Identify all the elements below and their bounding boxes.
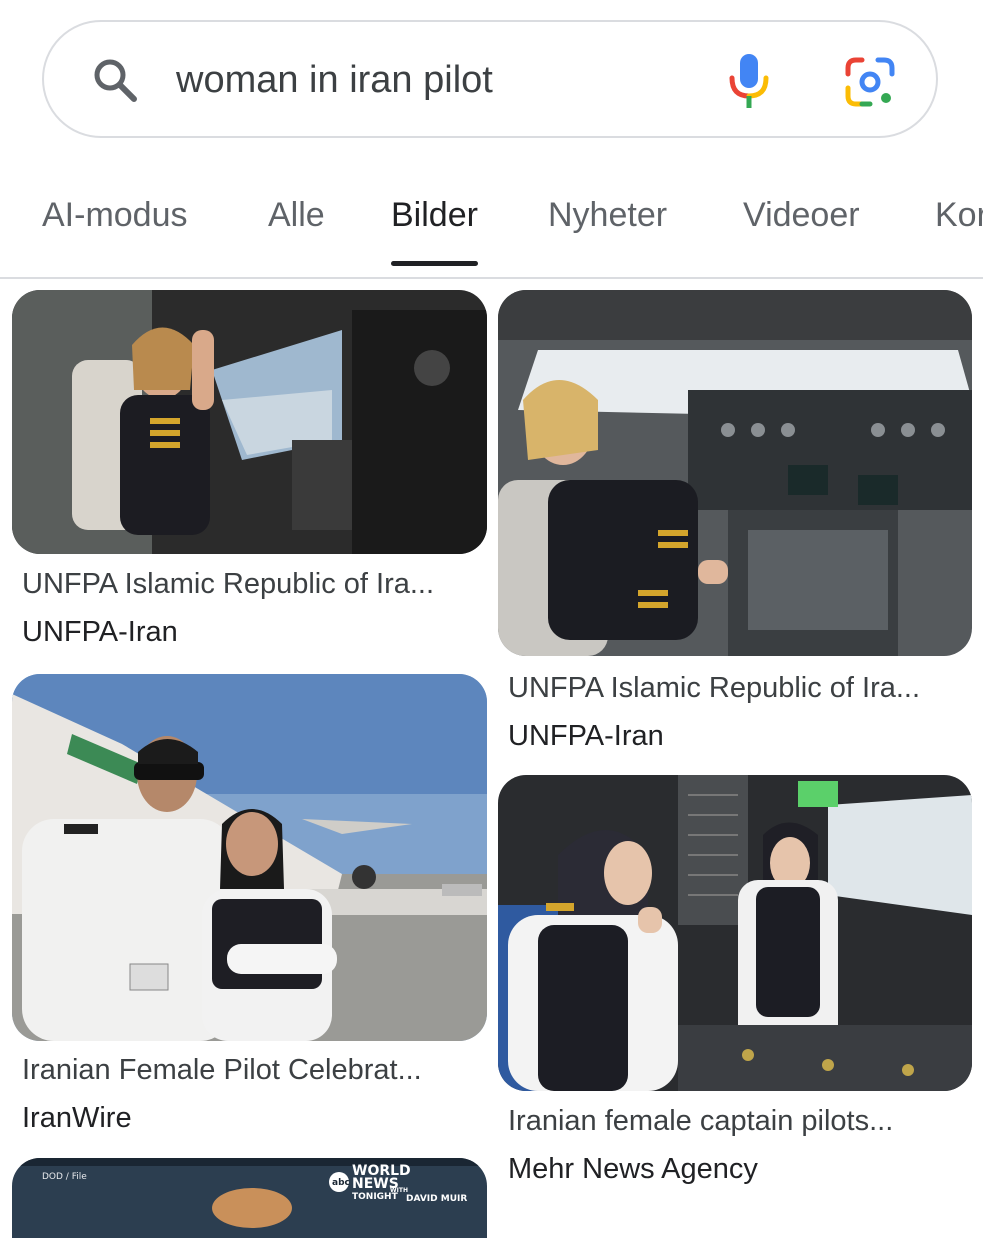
search-tabs: AI-modus Alle Bilder Nyheter Videoer Kor: [0, 175, 983, 279]
result-title[interactable]: UNFPA Islamic Republic of Ira...: [508, 672, 920, 705]
result-thumbnail[interactable]: [12, 290, 487, 554]
result-title[interactable]: Iranian female captain pilots...: [508, 1105, 893, 1138]
mic-icon[interactable]: [727, 52, 771, 110]
result-title[interactable]: Iranian Female Pilot Celebrat...: [22, 1054, 422, 1087]
tab-images[interactable]: Bilder: [391, 193, 478, 266]
result-thumbnail[interactable]: DOD / File abc WORLD NEWS TONIGHT WITH D…: [12, 1158, 487, 1238]
abc-logo: abc: [332, 1178, 350, 1188]
active-tab-indicator: [391, 261, 478, 266]
result-source[interactable]: Mehr News Agency: [508, 1153, 758, 1186]
tab-images-label: Bilder: [391, 196, 478, 234]
result-thumbnail[interactable]: [498, 290, 972, 656]
result-thumbnail[interactable]: [498, 775, 972, 1091]
result-source[interactable]: UNFPA-Iran: [22, 616, 178, 649]
result-source[interactable]: IranWire: [22, 1102, 132, 1135]
tab-all[interactable]: Alle: [268, 193, 325, 237]
world-news-logo-name: DAVID MUIR: [406, 1194, 468, 1204]
search-icon[interactable]: [90, 55, 140, 105]
tab-ai-mode[interactable]: AI-modus: [42, 193, 188, 237]
tab-news[interactable]: Nyheter: [548, 193, 667, 237]
search-bar[interactable]: woman in iran pilot: [42, 20, 938, 138]
tab-videos[interactable]: Videoer: [743, 193, 860, 237]
tab-more[interactable]: Kor: [935, 193, 983, 237]
result-thumbnail[interactable]: [12, 674, 487, 1041]
result-source[interactable]: UNFPA-Iran: [508, 720, 664, 753]
search-input[interactable]: woman in iran pilot: [176, 55, 493, 105]
photo-credit-label: DOD / File: [42, 1172, 87, 1182]
result-title[interactable]: UNFPA Islamic Republic of Ira...: [22, 568, 434, 601]
google-lens-icon[interactable]: [844, 56, 896, 108]
